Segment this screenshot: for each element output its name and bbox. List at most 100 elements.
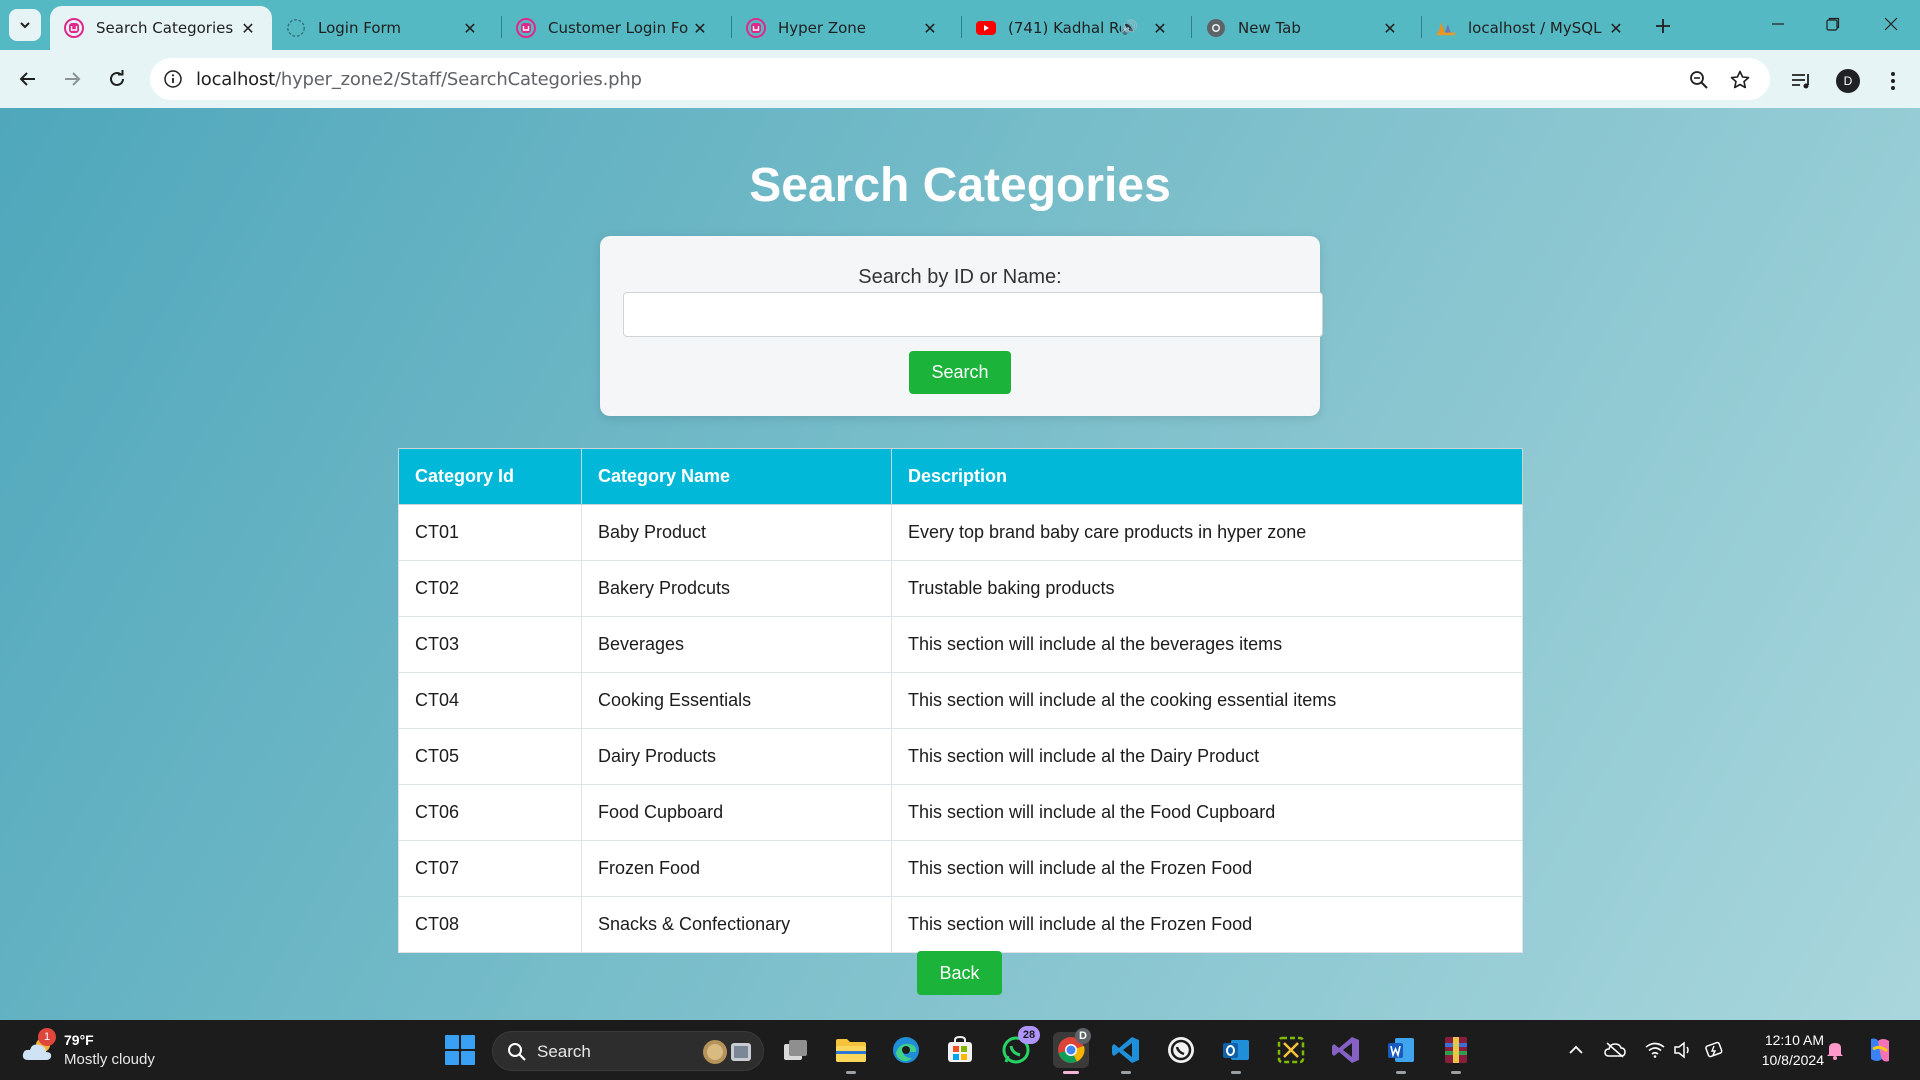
- phpmyadmin-icon: [1436, 18, 1456, 38]
- tab-phpmyadmin[interactable]: localhost / MySQL / l ✕: [1422, 6, 1640, 50]
- search-input[interactable]: [623, 292, 1323, 337]
- browser-toolbar: localhost/hyper_zone2/Staff/SearchCatego…: [0, 50, 1920, 108]
- whatsapp-unread-badge: 28: [1018, 1026, 1040, 1044]
- close-icon[interactable]: ✕: [688, 16, 712, 40]
- tab-title: Login Form: [318, 19, 402, 37]
- reload-button[interactable]: [100, 62, 134, 96]
- page-title: Search Categories: [749, 159, 1171, 212]
- restore-icon: [1826, 17, 1840, 31]
- chevron-down-icon: [20, 22, 30, 29]
- clock-date: 10/8/2024: [1761, 1052, 1824, 1068]
- tab-customer-login-form[interactable]: Customer Login Form ✕: [502, 6, 724, 50]
- category-id-cell: CT07: [398, 840, 582, 897]
- tab-login-form[interactable]: Login Form ✕: [272, 6, 494, 50]
- forward-nav-button[interactable]: [55, 62, 89, 96]
- edge-browser-icon[interactable]: [888, 1032, 924, 1068]
- search-highlight-icon: [703, 1040, 751, 1064]
- category-name-cell: Cooking Essentials: [581, 672, 892, 729]
- table-row: CT06 Food Cupboard This section will inc…: [398, 784, 1523, 841]
- bookmark-star-icon[interactable]: [1727, 67, 1753, 93]
- close-icon[interactable]: ✕: [458, 16, 482, 40]
- site-info-icon[interactable]: [160, 66, 186, 92]
- close-icon[interactable]: ✕: [236, 16, 260, 40]
- search-icon: [508, 1043, 526, 1061]
- address-bar[interactable]: localhost/hyper_zone2/Staff/SearchCatego…: [150, 58, 1770, 100]
- close-icon[interactable]: ✕: [1378, 16, 1402, 40]
- table-row: CT02 Bakery Prodcuts Trustable baking pr…: [398, 560, 1523, 617]
- taskbar-search-label: Search: [537, 1042, 591, 1061]
- close-icon[interactable]: ✕: [1604, 16, 1628, 40]
- table-row: CT04 Cooking Essentials This section wil…: [398, 672, 1523, 729]
- onedrive-offline-icon[interactable]: [1603, 1038, 1627, 1062]
- browser-menu-button[interactable]: [1878, 66, 1908, 96]
- tab-search-categories[interactable]: Search Categories ✕: [50, 6, 272, 50]
- category-id-cell: CT05: [398, 728, 582, 785]
- show-hidden-icons-chevron-up-icon[interactable]: [1564, 1038, 1588, 1062]
- chrome-taskbar-icon[interactable]: D: [1053, 1028, 1091, 1074]
- close-icon[interactable]: ✕: [1148, 16, 1172, 40]
- vscode-icon[interactable]: [1108, 1032, 1144, 1074]
- tab-search-menu-button[interactable]: [9, 9, 41, 41]
- more-vertical-icon: [1891, 72, 1895, 90]
- outlook-icon[interactable]: [1218, 1032, 1254, 1074]
- url-host: localhost: [196, 69, 275, 90]
- restore-button[interactable]: [1810, 6, 1856, 42]
- system-clock[interactable]: 12:10 AM 10/8/2024: [1740, 1030, 1824, 1070]
- tab-new-tab[interactable]: New Tab ✕: [1192, 6, 1414, 50]
- back-button[interactable]: Back: [917, 951, 1002, 995]
- description-cell: This section will include al the Food Cu…: [891, 784, 1523, 841]
- close-window-button[interactable]: [1868, 6, 1914, 42]
- url-text[interactable]: localhost/hyper_zone2/Staff/SearchCatego…: [196, 69, 642, 90]
- running-indicator: [1396, 1071, 1406, 1074]
- volume-icon[interactable]: [1671, 1038, 1695, 1062]
- tab-title: Hyper Zone: [778, 19, 867, 37]
- winrar-icon[interactable]: [1438, 1032, 1474, 1074]
- search-button[interactable]: Search: [909, 351, 1011, 394]
- active-indicator: [1063, 1071, 1079, 1074]
- categories-table: Category Id Category Name Description CT…: [398, 448, 1523, 953]
- page-content: Search Categories Search by ID or Name: …: [0, 108, 1920, 1020]
- microsoft-store-icon[interactable]: [942, 1032, 978, 1068]
- windows-start-button[interactable]: [444, 1034, 476, 1066]
- weather-temperature: 79°F: [64, 1032, 94, 1048]
- file-explorer-icon[interactable]: [833, 1032, 869, 1074]
- new-tab-button[interactable]: [1648, 11, 1678, 41]
- category-id-cell: CT01: [398, 504, 582, 561]
- profile-avatar[interactable]: D: [1833, 66, 1863, 96]
- category-name-cell: Frozen Food: [581, 840, 892, 897]
- chrome-profile-badge: D: [1075, 1028, 1091, 1044]
- media-control-icon[interactable]: [1787, 66, 1817, 96]
- tab-hyper-zone[interactable]: Hyper Zone ✕: [732, 6, 954, 50]
- running-indicator: [846, 1071, 856, 1074]
- search-label: Search by ID or Name:: [858, 266, 1062, 288]
- column-header-category-name: Category Name: [581, 448, 892, 505]
- notification-bell-icon[interactable]: [1823, 1038, 1847, 1062]
- category-id-cell: CT08: [398, 896, 582, 953]
- tab-youtube[interactable]: (741) Kadhal Roja 🔊 ✕: [962, 6, 1184, 50]
- weather-widget[interactable]: 1 79°F Mostly cloudy: [22, 1028, 182, 1072]
- description-cell: This section will include al the Frozen …: [891, 896, 1523, 953]
- word-icon[interactable]: [1383, 1032, 1419, 1074]
- speaker-icon[interactable]: 🔊: [1121, 20, 1138, 36]
- zoom-icon[interactable]: [1686, 67, 1712, 93]
- hyper-zone-favicon: [516, 18, 536, 38]
- minimize-button[interactable]: [1755, 6, 1801, 42]
- visual-studio-icon[interactable]: [1328, 1032, 1364, 1068]
- youtube-icon: [976, 18, 996, 38]
- copilot-icon[interactable]: [1864, 1034, 1896, 1066]
- windows-logo-icon: [445, 1035, 475, 1065]
- task-view-icon[interactable]: [778, 1032, 814, 1068]
- close-icon: [1884, 17, 1898, 31]
- close-icon[interactable]: ✕: [918, 16, 942, 40]
- back-nav-button[interactable]: [11, 62, 45, 96]
- weather-condition: Mostly cloudy: [64, 1051, 155, 1068]
- snipping-tool-icon[interactable]: [1273, 1032, 1309, 1068]
- category-id-cell: CT03: [398, 616, 582, 673]
- battery-charging-icon[interactable]: [1703, 1038, 1727, 1062]
- whatsapp-beta-icon[interactable]: 28: [998, 1026, 1040, 1068]
- whatsapp-icon[interactable]: [1163, 1032, 1199, 1068]
- column-header-description: Description: [891, 448, 1523, 505]
- wifi-icon[interactable]: [1643, 1038, 1667, 1062]
- taskbar-search[interactable]: Search: [492, 1031, 764, 1071]
- tab-title: Search Categories: [96, 19, 234, 37]
